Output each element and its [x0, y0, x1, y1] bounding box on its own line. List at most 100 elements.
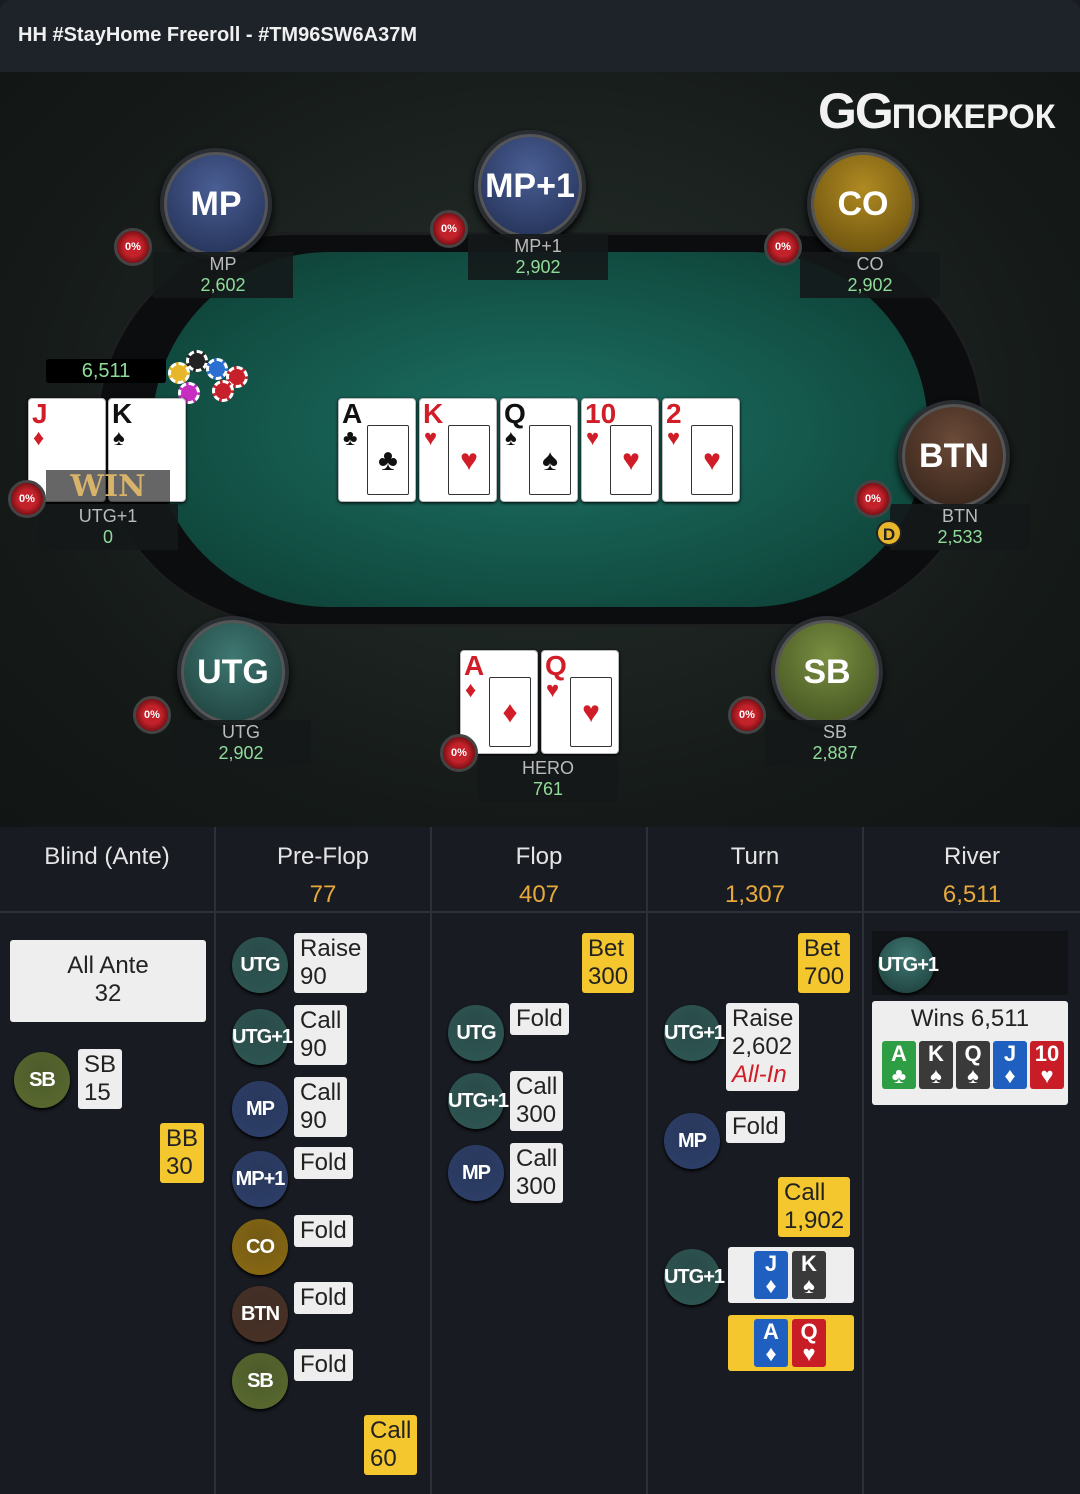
mini-card: J ♦ — [754, 1251, 788, 1299]
mini-card: Q ♥ — [792, 1319, 826, 1367]
seat-utg-plate: UTG 2,902 — [171, 720, 311, 766]
card-suit: ♥ — [667, 425, 681, 450]
position-badge-sb: SB — [14, 1052, 70, 1108]
seat-co-avatar[interactable]: CO — [807, 148, 919, 260]
column-header: Turn 1,307 — [648, 827, 862, 913]
seat-stack: 2,602 — [200, 275, 246, 295]
card-center-suit: ♥ — [570, 677, 612, 747]
mini-card-suit: ♥ — [802, 1341, 816, 1366]
column-header: Blind (Ante) — [0, 827, 214, 913]
seat-sb-avatar[interactable]: SB — [771, 616, 883, 728]
seat-stack: 2,902 — [515, 257, 561, 277]
seat-stack: 761 — [532, 779, 564, 799]
position-badge-utg1: UTG+1 — [878, 937, 939, 993]
action-amount: 90 — [300, 963, 327, 990]
mini-card-suit: ♠ — [930, 1063, 942, 1088]
seat-name: CO — [856, 254, 884, 274]
street-name: Blind (Ante) — [44, 843, 170, 870]
hand-title: HH #StayHome Freeroll - #TM96SW6A37M — [18, 24, 418, 46]
card-center-suit: ♥ — [610, 425, 652, 495]
action-label: Fold — [300, 1284, 347, 1311]
position-badge: UTG — [232, 937, 288, 993]
seat-stack: 2,887 — [812, 743, 858, 763]
winning-hand: A ♣ K ♠ Q ♠ J ♦ 10 ♥ — [878, 1039, 1064, 1095]
mini-card-rank: J — [764, 1251, 778, 1276]
seat-utg-avatar[interactable]: UTG — [177, 616, 289, 728]
action-label: Call — [516, 1145, 558, 1172]
action-label: Call — [300, 1007, 342, 1034]
action-bb: BB 30 — [160, 1123, 205, 1183]
street-pot: 6,511 — [942, 881, 1002, 908]
action-label: Bet — [588, 935, 625, 962]
mini-card: A ♣ — [882, 1041, 916, 1089]
showdown-hero-cards: A ♦ Q ♥ — [728, 1315, 854, 1371]
mini-card-suit: ♠ — [803, 1273, 815, 1298]
street-name: Pre-Flop — [276, 843, 370, 870]
mini-card-rank: K — [801, 1251, 817, 1276]
position-badge: UTG — [448, 1005, 504, 1061]
mini-card-suit: ♦ — [1004, 1063, 1016, 1088]
all-in-tag: All-In — [732, 1061, 787, 1088]
showdown-utg1-cards: J ♦ K ♠ — [728, 1247, 854, 1303]
seat-name: BTN — [942, 506, 978, 526]
action-amount: 60 — [370, 1445, 397, 1472]
action-label: Fold — [732, 1113, 779, 1140]
seat-mp-plate: MP 2,602 — [153, 252, 293, 298]
position-badge: MP — [448, 1145, 504, 1201]
seat-btn-avatar[interactable]: BTN — [898, 400, 1010, 512]
action-label: Raise — [300, 935, 362, 962]
action-entry: Fold — [510, 1003, 569, 1035]
board-card: 2 ♥ ♥ — [662, 398, 740, 502]
board-card: A ♣ ♣ — [338, 398, 416, 502]
card-suit: ♠ — [505, 425, 517, 450]
seat-mp-avatar[interactable]: MP — [160, 148, 272, 260]
mini-card-rank: A — [763, 1319, 779, 1344]
action-amount: 90 — [300, 1107, 327, 1134]
card-suit: ♣ — [343, 425, 358, 450]
column-river: River 6,511 UTG+1 Wins 6,511 A ♣ K ♠ Q ♠ J ♦ 10 ♥ — [864, 827, 1080, 1494]
action-label: Call — [784, 1179, 826, 1206]
mini-card-rank: A — [891, 1041, 907, 1066]
board-card: K ♥ ♥ — [419, 398, 497, 502]
card-center-suit: ♦ — [489, 677, 531, 747]
position-badge: UTG+1 — [448, 1073, 509, 1129]
action-amount: 300 — [588, 963, 629, 990]
seat-name: UTG+1 — [78, 506, 138, 526]
position-badge: SB — [232, 1353, 288, 1409]
action-entry: Call 300 — [510, 1143, 564, 1203]
title-bar: HH #StayHome Freeroll - #TM96SW6A37M — [0, 0, 1080, 72]
winner-box: Wins 6,511 A ♣ K ♠ Q ♠ J ♦ 10 ♥ — [872, 1001, 1068, 1105]
card-suit: ♦ — [465, 677, 477, 702]
seat-co-plate: CO 2,902 — [800, 252, 940, 298]
seat-name: MP — [209, 254, 237, 274]
action-label: Call — [370, 1417, 412, 1444]
column-header: Pre-Flop 77 — [216, 827, 430, 913]
mini-card-suit: ♥ — [1040, 1063, 1054, 1088]
seat-mp1-avatar[interactable]: MP+1 — [474, 130, 586, 242]
dealer-button-icon: D — [876, 520, 902, 546]
card-suit: ♥ — [424, 425, 438, 450]
seat-utg1-plate: UTG+1 0 — [38, 504, 178, 550]
seat-mp1-plate: MP+1 2,902 — [468, 234, 608, 280]
logo-mark: GG — [818, 83, 894, 139]
street-name: Turn — [730, 843, 780, 870]
column-preflop: Pre-Flop 77 UTG Raise 90 UTG+1 Call 90 MP Call 90… — [216, 827, 432, 1494]
seat-stack: 2,902 — [218, 743, 264, 763]
action-entry: Call 90 — [294, 1005, 348, 1065]
action-amount: 300 — [516, 1101, 557, 1128]
street-name: River — [943, 843, 1000, 870]
column-blind: Blind (Ante) All Ante 32 SB SB 15 BB 30 — [0, 827, 216, 1494]
action-entry: Fold — [294, 1215, 353, 1247]
mini-card-rank: 10 — [1034, 1041, 1060, 1066]
board-card: Q ♠ ♠ — [500, 398, 578, 502]
action-amount: 700 — [804, 963, 845, 990]
logo-text: ПОКЕРОК — [891, 98, 1056, 136]
equity-icon: 0% — [764, 228, 802, 266]
column-flop: Flop 407 Bet 300 UTG Fold UTG+1 Call 300 MP Call… — [432, 827, 648, 1494]
street-pot: 1,307 — [724, 881, 786, 908]
mini-card: Q ♠ — [956, 1041, 990, 1089]
chip-stack-icon — [212, 380, 234, 402]
column-turn: Turn 1,307 Bet 700 Call 1,902 UTG+1 J ♦ K ♠ A… — [648, 827, 864, 1494]
card-suit: ♠ — [113, 425, 125, 450]
column-header: River 6,511 — [864, 827, 1080, 913]
